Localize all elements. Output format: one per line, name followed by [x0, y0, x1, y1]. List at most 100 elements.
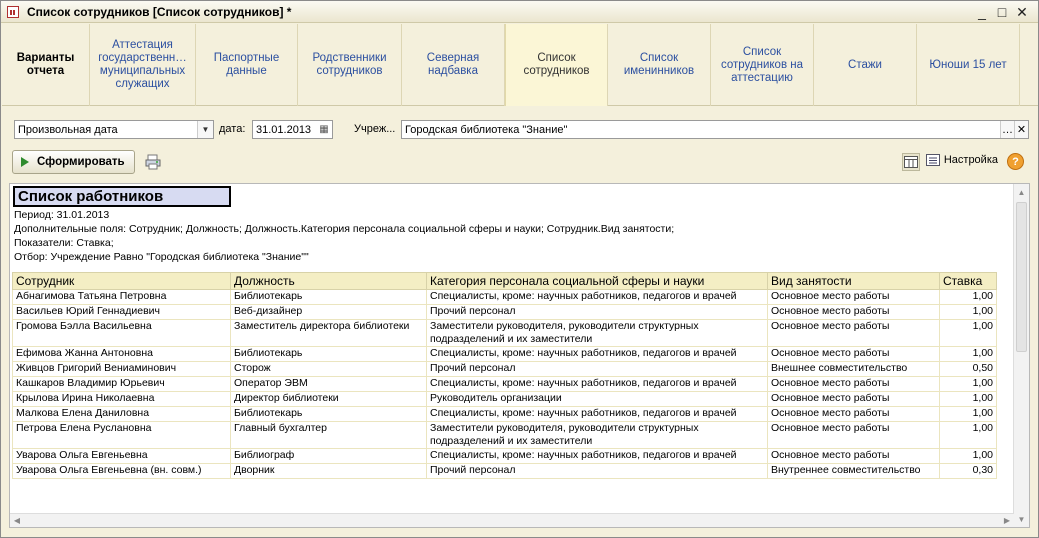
horizontal-scrollbar[interactable]: ◀ ▶ [10, 513, 1014, 527]
table-row[interactable]: Кашкаров Владимир Юрьевич Оператор ЭВМ Спе… [12, 376, 997, 392]
cell-rate: 1,00 [939, 406, 997, 422]
cell-employee: Абнагимова Татьяна Петровна [12, 289, 231, 305]
report-document: Список работников Период: 31.01.2013 Доп… [9, 183, 1030, 528]
cell-position: Веб-дизайнер [230, 304, 427, 320]
cell-category: Специалисты, кроме: научных работников, … [426, 346, 768, 362]
variant-tab-seniority[interactable]: Стажи [814, 24, 917, 106]
cell-employment-type: Основное место работы [767, 448, 940, 464]
report-window: Список сотрудников [Список сотрудников] … [0, 0, 1039, 538]
cell-employment-type: Основное место работы [767, 421, 940, 449]
cell-employment-type: Основное место работы [767, 376, 940, 392]
maximize-button[interactable]: □ [992, 3, 1012, 21]
cell-category: Прочий персонал [426, 361, 768, 377]
cell-rate: 1,00 [939, 289, 997, 305]
cell-rate: 1,00 [939, 346, 997, 362]
report-variants-panel: Варианты отчета Аттестация государственн… [2, 24, 1038, 106]
table-row[interactable]: Петрова Елена Руслановна Главный бухгалте… [12, 421, 997, 449]
cell-employee: Ефимова Жанна Антоновна [12, 346, 231, 362]
cell-rate: 0,50 [939, 361, 997, 377]
cell-category: Прочий персонал [426, 304, 768, 320]
table-row[interactable]: Ефимова Жанна Антоновна Библиотекарь Специ… [12, 346, 997, 362]
cell-category: Специалисты, кроме: научных работников, … [426, 406, 768, 422]
cell-employment-type: Основное место работы [767, 346, 940, 362]
variant-tab-birthdays[interactable]: Список именинников [608, 24, 711, 106]
period-type-value: Произвольная дата [18, 123, 118, 136]
column-header-employment-type[interactable]: Вид занятости [767, 272, 940, 290]
report-extra-fields: Дополнительные поля: Сотрудник; Должност… [14, 223, 675, 235]
cell-category: Заместители руководителя, руководители с… [426, 319, 768, 347]
chevron-down-icon[interactable]: ▼ [197, 121, 213, 138]
report-title: Список работников [13, 186, 231, 207]
scroll-up-icon[interactable]: ▲ [1014, 184, 1029, 200]
column-header-employee[interactable]: Сотрудник [12, 272, 231, 290]
variant-tab-northern-allowance[interactable]: Северная надбавка [402, 24, 505, 106]
date-label: дата: [219, 123, 246, 135]
variant-tab-employee-list[interactable]: Список сотрудников [505, 24, 608, 106]
scroll-right-icon[interactable]: ▶ [1000, 514, 1014, 527]
cell-position: Дворник [230, 463, 427, 479]
cell-employee: Живцов Григорий Вениаминович [12, 361, 231, 377]
cell-position: Заместитель директора библиотеки [230, 319, 427, 347]
table-row[interactable]: Громова Бэлла Васильевна Заместитель дире… [12, 319, 997, 347]
report-indicators: Показатели: Ставка; [14, 237, 114, 249]
cell-employee: Кашкаров Владимир Юрьевич [12, 376, 231, 392]
cell-position: Оператор ЭВМ [230, 376, 427, 392]
institution-field[interactable]: Городская библиотека "Знание" … ✕ [401, 120, 1029, 139]
help-icon[interactable]: ? [1007, 153, 1024, 170]
table-row[interactable]: Крылова Ирина Николаевна Директор библиот… [12, 391, 997, 407]
minimize-button[interactable]: _ [972, 3, 992, 21]
cell-rate: 1,00 [939, 304, 997, 320]
variants-header: Варианты отчета [2, 24, 90, 106]
variant-tab-attestation-civil-servants[interactable]: Аттестация государственн… муниципальных … [90, 24, 196, 106]
cell-employment-type: Основное место работы [767, 289, 940, 305]
cell-category: Специалисты, кроме: научных работников, … [426, 289, 768, 305]
table-row[interactable]: Уварова Ольга Евгеньевна Библиограф Специа… [12, 448, 997, 464]
column-header-position[interactable]: Должность [230, 272, 427, 290]
institution-label: Учреж... [354, 123, 396, 135]
cell-rate: 1,00 [939, 319, 997, 347]
cell-category: Специалисты, кроме: научных работников, … [426, 448, 768, 464]
scroll-left-icon[interactable]: ◀ [10, 514, 24, 527]
vertical-scroll-thumb[interactable] [1016, 202, 1027, 352]
cell-rate: 1,00 [939, 421, 997, 449]
calendar-icon[interactable]: ▦ [317, 122, 331, 137]
cell-rate: 1,00 [939, 448, 997, 464]
variant-tab-youths-15[interactable]: Юноши 15 лет [917, 24, 1020, 106]
clear-icon[interactable]: ✕ [1014, 121, 1028, 138]
table-row[interactable]: Малкова Елена Даниловна Библиотекарь Специ… [12, 406, 997, 422]
settings-button[interactable]: Настройка [925, 154, 998, 166]
variant-tab-passport-data[interactable]: Паспортные данные [196, 24, 298, 106]
generate-button-label: Сформировать [37, 156, 125, 168]
cell-employee: Крылова Ирина Николаевна [12, 391, 231, 407]
variant-tab-attestation-list[interactable]: Список сотрудников на аттестацию [711, 24, 814, 106]
table-row[interactable]: Уварова Ольга Евгеньевна (вн. совм.) Двор… [12, 463, 997, 479]
date-field[interactable]: 31.01.2013 ▦ [252, 120, 333, 139]
print-icon[interactable] [144, 153, 162, 171]
generate-button[interactable]: Сформировать [12, 150, 135, 174]
variant-tab-relatives[interactable]: Родственники сотрудников [298, 24, 402, 106]
cell-position: Библиотекарь [230, 289, 427, 305]
close-button[interactable]: ✕ [1012, 3, 1032, 21]
cell-rate: 1,00 [939, 376, 997, 392]
column-header-category[interactable]: Категория персонала социальной сферы и н… [426, 272, 768, 290]
period-type-select[interactable]: Произвольная дата ▼ [14, 120, 214, 139]
table-row[interactable]: Живцов Григорий Вениаминович Сторож Прочий… [12, 361, 997, 377]
cell-position: Библиограф [230, 448, 427, 464]
cell-position: Библиотекарь [230, 406, 427, 422]
report-period: Период: 31.01.2013 [14, 209, 110, 221]
select-ellipsis-icon[interactable]: … [1000, 121, 1014, 138]
cell-position: Библиотекарь [230, 346, 427, 362]
cell-employee: Петрова Елена Руслановна [12, 421, 231, 449]
cell-employee: Уварова Ольга Евгеньевна [12, 448, 231, 464]
table-row[interactable]: Абнагимова Татьяна Петровна Библиотекарь С… [12, 289, 997, 305]
date-value: 31.01.2013 [256, 123, 312, 136]
cell-position: Директор библиотеки [230, 391, 427, 407]
column-header-rate[interactable]: Ставка [939, 272, 997, 290]
scroll-down-icon[interactable]: ▼ [1014, 511, 1029, 527]
table-row[interactable]: Васильев Юрий Геннадиевич Веб-дизайнер Про… [12, 304, 997, 320]
vertical-scrollbar[interactable]: ▲ ▼ [1013, 184, 1029, 527]
cell-employment-type: Основное место работы [767, 304, 940, 320]
table-view-icon[interactable] [902, 153, 920, 171]
cell-position: Главный бухгалтер [230, 421, 427, 449]
cell-rate: 1,00 [939, 391, 997, 407]
